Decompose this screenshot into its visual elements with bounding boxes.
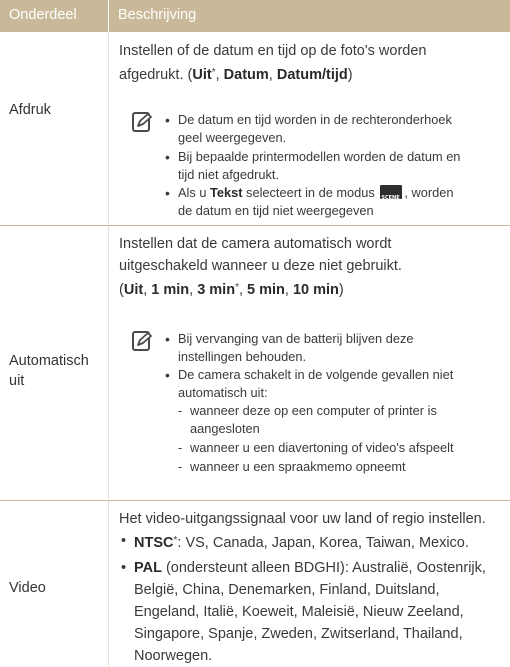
option-1-min: 1 min xyxy=(151,282,190,298)
header-onderdeel: Onderdeel xyxy=(9,7,77,23)
note-icon xyxy=(131,330,153,352)
sub-list-item: - wanneer u een diavertoning of video's a… xyxy=(178,440,454,455)
list-item: Bij vervanging van de batterij blijven d… xyxy=(165,330,504,366)
row-label-automatisch-uit: Automatisch uit xyxy=(9,353,89,389)
list-item: Als u Tekst selecteert in de modus , wor… xyxy=(165,184,504,220)
column-divider xyxy=(108,32,109,224)
sub-list-item: - wanneer deze op een computer of printer… xyxy=(178,403,437,436)
row-divider xyxy=(0,225,510,226)
option-uit: Uit xyxy=(192,67,212,83)
video-description: Het video-uitgangssignaal voor uw land o… xyxy=(119,511,486,527)
table-header: Onderdeel Beschrijving xyxy=(0,0,510,32)
afdruk-description: Instellen of de datum en tijd op de foto… xyxy=(119,43,427,83)
note-icon xyxy=(131,111,153,133)
column-divider xyxy=(108,501,109,667)
list-item: Bij bepaalde printermodellen worden de d… xyxy=(165,148,504,184)
list-item-pal: PAL (ondersteunt alleen BDGHI): Australi… xyxy=(121,557,508,667)
column-divider xyxy=(108,226,109,499)
list-item: De camera schakelt in de volgende gevall… xyxy=(165,366,504,402)
row-divider xyxy=(0,500,510,501)
header-divider xyxy=(108,0,109,32)
scene-mode-icon xyxy=(380,185,403,207)
option-datum: Datum xyxy=(223,67,269,83)
option-3-min: 3 min xyxy=(197,282,236,298)
row-label-video: Video xyxy=(9,580,46,596)
auto-description: Instellen dat de camera automatisch word… xyxy=(119,236,402,298)
sub-list-item: - wanneer u een spraakmemo opneemt xyxy=(178,459,406,474)
option-10-min: 10 min xyxy=(292,282,339,298)
list-item-ntsc: NTSC*: VS, Canada, Japan, Korea, Taiwan,… xyxy=(121,530,508,554)
option-5-min: 5 min xyxy=(247,282,285,298)
option-datum-tijd: Datum/tijd xyxy=(276,67,348,83)
row-label-afdruk: Afdruk xyxy=(9,102,51,118)
header-beschrijving: Beschrijving xyxy=(118,7,197,23)
list-item: De datum en tijd worden in de rechterond… xyxy=(165,111,504,147)
option-uit: Uit xyxy=(123,282,144,298)
